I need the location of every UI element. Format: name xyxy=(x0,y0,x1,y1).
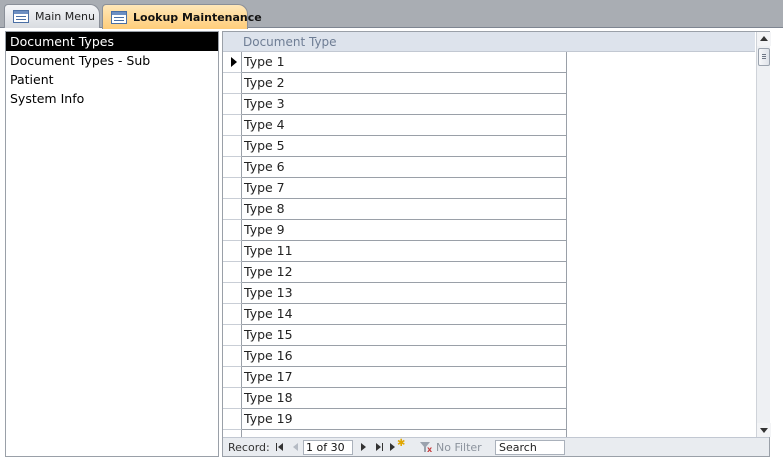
record-selector[interactable] xyxy=(223,325,242,346)
record-selector[interactable] xyxy=(223,262,242,283)
list-item-system-info[interactable]: System Info xyxy=(6,89,218,108)
window-bottom-edge xyxy=(0,459,783,466)
bar-mark xyxy=(382,443,383,451)
next-record-icon[interactable] xyxy=(357,440,371,454)
access-window: Main Menu Lookup Maintenance Document Ty… xyxy=(0,0,783,466)
record-selector[interactable] xyxy=(223,73,242,94)
triangle-mark xyxy=(278,443,283,451)
record-selector[interactable] xyxy=(223,388,242,409)
bar-mark xyxy=(276,443,277,451)
table-row[interactable]: Type 18 xyxy=(223,388,755,409)
form-icon xyxy=(13,10,29,23)
document-type-cell[interactable]: Type 15 xyxy=(242,325,567,346)
record-selector[interactable] xyxy=(223,430,242,437)
document-type-cell[interactable]: Type 7 xyxy=(242,178,567,199)
table-row[interactable]: Type 16 xyxy=(223,346,755,367)
table-row[interactable]: Type 12 xyxy=(223,262,755,283)
record-selector[interactable] xyxy=(223,115,242,136)
record-selector[interactable] xyxy=(223,409,242,430)
table-row[interactable]: Type 17 xyxy=(223,367,755,388)
datasheet-rows: Type 1 Type 2 Type 3 Type 4 Type 5 Type 6 Type… xyxy=(223,52,755,437)
record-label: Record: xyxy=(228,441,270,454)
document-type-cell[interactable]: Type 5 xyxy=(242,136,567,157)
table-row[interactable]: Type 2 xyxy=(223,73,755,94)
no-filter-button[interactable]: No Filter xyxy=(436,441,482,454)
table-row[interactable]: Type 7 xyxy=(223,178,755,199)
tab-label: Lookup Maintenance xyxy=(133,10,262,24)
tab-lookup-maintenance[interactable]: Lookup Maintenance xyxy=(102,4,262,29)
document-type-cell[interactable] xyxy=(242,430,567,437)
search-input[interactable]: Search xyxy=(495,440,565,455)
triangle-mark xyxy=(361,443,366,451)
table-row[interactable]: Type 1 xyxy=(223,52,755,73)
document-type-cell[interactable]: Type 9 xyxy=(242,220,567,241)
record-selector[interactable] xyxy=(223,241,242,262)
document-type-cell[interactable]: Type 11 xyxy=(242,241,567,262)
document-type-cell[interactable]: Type 19 xyxy=(242,409,567,430)
triangle-mark xyxy=(390,443,395,451)
document-type-cell[interactable]: Type 3 xyxy=(242,94,567,115)
document-type-cell[interactable]: Type 12 xyxy=(242,262,567,283)
triangle-mark xyxy=(376,443,381,451)
tab-main-menu[interactable]: Main Menu xyxy=(4,4,100,28)
table-row[interactable]: Type 8 xyxy=(223,199,755,220)
table-row[interactable]: Type 14 xyxy=(223,304,755,325)
record-selector[interactable] xyxy=(223,136,242,157)
record-selector[interactable] xyxy=(223,220,242,241)
table-row[interactable]: Type 15 xyxy=(223,325,755,346)
lookup-table-list[interactable]: Document Types Document Types - Sub Pati… xyxy=(5,31,219,457)
first-record-icon[interactable] xyxy=(273,440,287,454)
record-navigation-bar: Record: 1 of 30 ✱ x No Filter Search xyxy=(223,437,769,456)
table-row[interactable]: Type 6 xyxy=(223,157,755,178)
record-selector[interactable] xyxy=(223,157,242,178)
scrollbar-thumb[interactable] xyxy=(758,48,770,66)
last-record-icon[interactable] xyxy=(373,440,387,454)
table-row[interactable] xyxy=(223,430,755,437)
previous-record-icon[interactable] xyxy=(289,440,303,454)
clear-mark: x xyxy=(427,445,433,454)
record-selector[interactable] xyxy=(223,367,242,388)
document-type-cell[interactable]: Type 8 xyxy=(242,199,567,220)
scroll-up-icon[interactable] xyxy=(757,32,771,46)
document-type-cell[interactable]: Type 2 xyxy=(242,73,567,94)
table-row[interactable]: Type 4 xyxy=(223,115,755,136)
document-type-cell[interactable]: Type 6 xyxy=(242,157,567,178)
document-type-cell[interactable]: Type 16 xyxy=(242,346,567,367)
tab-label: Main Menu xyxy=(35,10,95,23)
vertical-scrollbar[interactable] xyxy=(756,32,771,437)
document-tab-strip: Main Menu Lookup Maintenance xyxy=(0,0,783,29)
record-selector[interactable] xyxy=(223,94,242,115)
document-type-cell[interactable]: Type 1 xyxy=(242,52,567,73)
filter-icon[interactable]: x xyxy=(419,440,433,454)
list-item-document-types-sub[interactable]: Document Types - Sub xyxy=(6,51,218,70)
table-row[interactable]: Type 3 xyxy=(223,94,755,115)
current-record-indicator-icon[interactable] xyxy=(223,52,242,73)
list-item-document-types[interactable]: Document Types xyxy=(6,32,218,51)
document-type-cell[interactable]: Type 18 xyxy=(242,388,567,409)
record-selector[interactable] xyxy=(223,346,242,367)
record-selector[interactable] xyxy=(223,283,242,304)
record-selector[interactable] xyxy=(223,178,242,199)
table-row[interactable]: Type 9 xyxy=(223,220,755,241)
list-item-patient[interactable]: Patient xyxy=(6,70,218,89)
record-selector[interactable] xyxy=(223,304,242,325)
new-record-icon[interactable]: ✱ xyxy=(389,438,406,454)
table-row[interactable]: Type 13 xyxy=(223,283,755,304)
table-row[interactable]: Type 5 xyxy=(223,136,755,157)
document-type-cell[interactable]: Type 17 xyxy=(242,367,567,388)
document-type-cell[interactable]: Type 14 xyxy=(242,304,567,325)
star-mark: ✱ xyxy=(397,438,406,449)
form-icon xyxy=(111,10,127,24)
triangle-mark xyxy=(293,443,298,451)
table-row[interactable]: Type 11 xyxy=(223,241,755,262)
current-record-field[interactable]: 1 of 30 xyxy=(303,440,353,455)
document-type-cell[interactable]: Type 4 xyxy=(242,115,567,136)
scroll-down-icon[interactable] xyxy=(757,423,771,437)
document-type-cell[interactable]: Type 13 xyxy=(242,283,567,304)
table-row[interactable]: Type 19 xyxy=(223,409,755,430)
record-selector[interactable] xyxy=(223,199,242,220)
datasheet-subform: Document Type Type 1 Type 2 Type 3 Type 4 Ty… xyxy=(222,31,771,457)
column-header-label: Document Type xyxy=(243,35,337,49)
column-header[interactable]: Document Type xyxy=(223,32,755,52)
